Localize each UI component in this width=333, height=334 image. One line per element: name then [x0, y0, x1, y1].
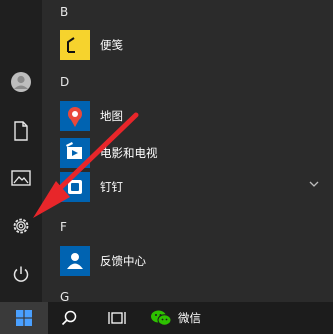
maps-icon — [60, 101, 90, 131]
group-header-b[interactable]: B — [60, 5, 68, 19]
group-header-f[interactable]: F — [60, 220, 67, 234]
task-view-button[interactable] — [100, 302, 134, 334]
app-label: 地图 — [100, 109, 123, 123]
taskbar-app-wechat[interactable]: 微信 — [150, 302, 214, 334]
sticky-notes-icon — [60, 30, 90, 60]
taskbar: 微信 — [0, 302, 333, 334]
feedback-hub-icon — [60, 246, 90, 276]
power-button[interactable] — [0, 254, 42, 294]
app-label: 便笺 — [100, 38, 123, 52]
documents-button[interactable] — [0, 111, 42, 151]
start-button[interactable] — [0, 302, 48, 334]
document-icon — [14, 121, 28, 141]
wechat-icon — [151, 310, 172, 326]
avatar-icon — [11, 72, 31, 92]
windows-logo-icon — [16, 310, 32, 326]
user-avatar[interactable] — [0, 62, 42, 102]
settings-button[interactable] — [0, 206, 42, 246]
start-menu-rail — [0, 0, 42, 302]
taskbar-app-label: 微信 — [178, 311, 201, 325]
dingtalk-icon — [60, 172, 90, 202]
chevron-down-icon[interactable] — [309, 181, 319, 187]
group-header-g[interactable]: G — [60, 290, 69, 302]
task-view-icon — [108, 312, 126, 324]
power-icon — [13, 266, 29, 282]
app-maps[interactable]: 地图 — [60, 96, 325, 136]
movies-tv-icon — [60, 138, 90, 168]
pictures-icon — [11, 170, 31, 186]
app-label: 电影和电视 — [100, 146, 158, 160]
app-label: 反馈中心 — [100, 254, 146, 268]
start-menu-app-list: B 便笺 D 地图 电影和电视 钉钉 F 反馈中心 G — [42, 0, 333, 302]
app-sticky-notes[interactable]: 便笺 — [60, 25, 325, 65]
app-feedback-hub[interactable]: 反馈中心 — [60, 241, 325, 281]
app-dingtalk[interactable]: 钉钉 — [60, 167, 325, 207]
search-icon — [61, 310, 77, 326]
settings-icon — [13, 218, 29, 234]
search-button[interactable] — [52, 302, 86, 334]
app-label: 钉钉 — [100, 180, 123, 194]
pictures-button[interactable] — [0, 158, 42, 198]
group-header-d[interactable]: D — [60, 75, 69, 89]
